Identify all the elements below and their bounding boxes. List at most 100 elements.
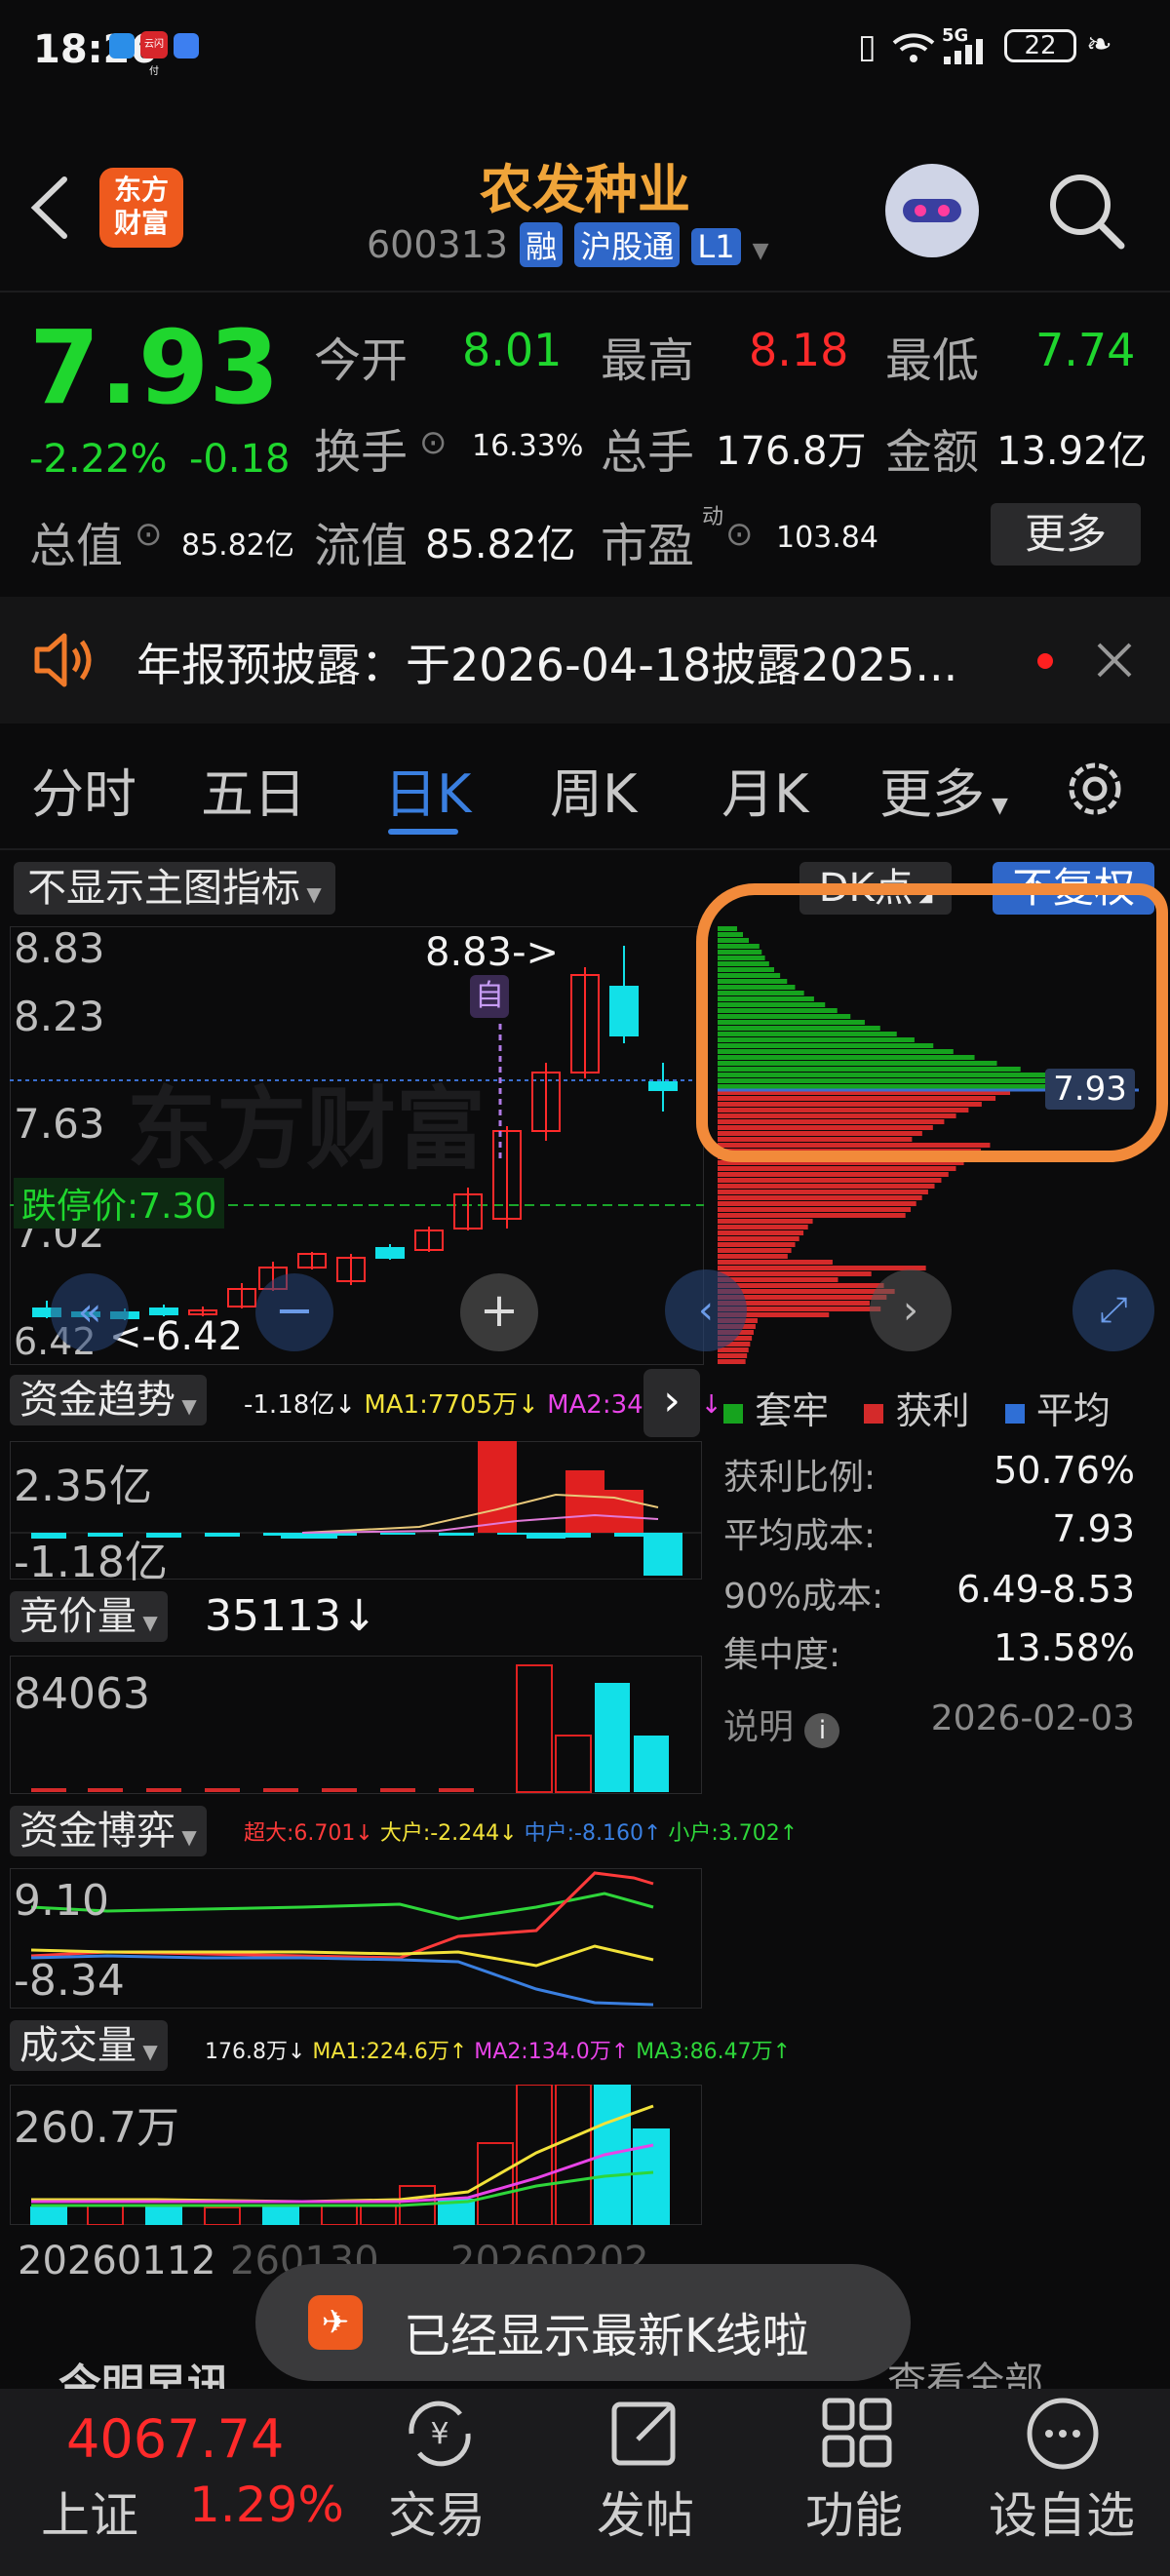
low-marker: <-6.42 <box>109 1314 243 1359</box>
float-cap-value: 85.82亿 <box>425 513 576 569</box>
turnover-value: 16.33% <box>472 429 583 463</box>
chip-bar <box>718 1254 788 1259</box>
volume-bar <box>556 2085 591 2225</box>
active-tab-indicator <box>388 829 458 835</box>
auction-bar <box>31 1788 66 1792</box>
level-badge: L1 <box>691 228 740 265</box>
chip-bar <box>718 1213 906 1218</box>
chip-bar <box>718 1225 808 1229</box>
highlight-annotation <box>696 883 1168 1162</box>
dropdown-arrow-icon: ▼ <box>136 1611 158 1634</box>
scroll-left-fast-button[interactable]: « <box>51 1273 129 1351</box>
unread-dot-icon <box>1037 653 1053 669</box>
mktcap-value: 85.82亿 <box>181 521 294 564</box>
candle-body <box>610 987 638 1035</box>
speaker-icon <box>33 632 101 688</box>
chip-bar <box>718 1207 911 1212</box>
chip-bar <box>718 1289 895 1294</box>
chip-bar <box>718 1219 813 1224</box>
dropdown-arrow-icon: ▼ <box>300 882 322 906</box>
chip-legend: 套牢 获利 平均 <box>723 1381 1111 1434</box>
robot-eye-icon <box>938 205 950 216</box>
low-label: 最低 <box>885 322 979 390</box>
volume-bar <box>88 2205 123 2225</box>
volume-bar <box>31 2207 66 2225</box>
chip-stat-label: 获利比例: <box>723 1449 876 1500</box>
stock-code: 600313 <box>367 223 508 266</box>
chip-bar <box>718 1347 749 1352</box>
connect-badge: 沪股通 <box>574 222 680 267</box>
info-icon[interactable]: ⊙ <box>725 515 754 554</box>
index-name[interactable]: 上证 <box>41 2477 138 2547</box>
fund-game-select[interactable]: 资金博弈 ▼ <box>10 1806 207 1856</box>
post-icon[interactable] <box>608 2395 684 2471</box>
settings-gear-icon[interactable] <box>1061 755 1129 823</box>
fund-trend-y-bottom: -1.18亿 <box>14 1527 168 1589</box>
self-select-tag[interactable]: 自 <box>470 975 509 1018</box>
indicator-select-label: 不显示主图指标 <box>27 866 300 911</box>
more-button[interactable]: 更多 <box>991 503 1141 566</box>
auction-bar <box>205 1788 240 1792</box>
search-icon[interactable] <box>1045 170 1127 252</box>
tab-weekly-k[interactable]: 周K <box>550 751 637 828</box>
chip-date: 2026-02-03 <box>931 1698 1135 1738</box>
add-watchlist-icon[interactable] <box>1024 2395 1102 2473</box>
volume-ma3: MA3:86.47万↑ <box>636 2040 791 2064</box>
chip-bar <box>718 1166 956 1171</box>
volume-select[interactable]: 成交量 ▼ <box>10 2020 168 2071</box>
volume-value: 176.8万 <box>716 419 867 476</box>
tab-intraday[interactable]: 分时 <box>31 751 136 828</box>
tab-monthly-k[interactable]: 月K <box>722 751 808 828</box>
tab-five-day[interactable]: 五日 <box>201 751 306 828</box>
tab-daily-k[interactable]: 日K <box>384 751 471 828</box>
auction-bar <box>263 1788 298 1792</box>
zoom-out-button[interactable]: − <box>255 1273 333 1351</box>
stock-code-line[interactable]: 600313 融 沪股通 L1 ▼ <box>367 222 769 267</box>
stock-name: 农发种业 <box>0 146 1170 223</box>
auction-select[interactable]: 竞价量 ▼ <box>10 1591 168 1642</box>
fund-bar <box>566 1470 604 1533</box>
auction-bar <box>595 1683 630 1792</box>
high-label: 最高 <box>601 322 694 390</box>
tab-more[interactable]: 更多 ▼ <box>879 751 1008 828</box>
expand-panel-button[interactable]: › <box>644 1369 700 1437</box>
amount-label: 金额 <box>885 413 979 482</box>
index-value[interactable]: 4067.74 <box>66 2408 284 2470</box>
info-icon[interactable]: ⊙ <box>419 423 448 462</box>
scroll-left-button[interactable]: ‹ <box>665 1269 747 1351</box>
chip-note-label: 说明 <box>723 1707 794 1747</box>
robot-visor-icon <box>903 199 961 222</box>
notice-text[interactable]: 年报预披露：于2026-04-18披露2025... <box>136 630 957 694</box>
fund-trend-select[interactable]: 资金趋势 ▼ <box>10 1375 207 1425</box>
indicator-select[interactable]: 不显示主图指标 ▼ <box>14 862 335 915</box>
add-watchlist-label[interactable]: 设自选 <box>989 2477 1135 2547</box>
legend-profit-swatch <box>864 1404 883 1424</box>
auction-bar <box>517 1665 552 1792</box>
status-time: 18:26 <box>33 27 157 72</box>
post-label[interactable]: 发帖 <box>597 2477 694 2547</box>
volume-bar <box>205 2207 240 2225</box>
zoom-in-button[interactable]: + <box>460 1273 538 1351</box>
volume-bar <box>146 2207 181 2225</box>
dropdown-arrow-icon: ▼ <box>176 1825 197 1849</box>
fund-game-y-bottom: -8.34 <box>14 1956 125 2006</box>
legend-average-label: 平均 <box>1036 1389 1111 1432</box>
volume-title: 成交量 <box>20 2023 136 2068</box>
trade-label[interactable]: 交易 <box>388 2477 486 2547</box>
info-icon[interactable]: ⊙ <box>135 515 163 554</box>
index-change[interactable]: 1.29% <box>189 2477 344 2533</box>
fund-game-title: 资金博弈 <box>20 1809 176 1854</box>
close-icon[interactable] <box>1096 642 1133 679</box>
features-label[interactable]: 功能 <box>805 2477 903 2547</box>
amount-value: 13.92亿 <box>996 419 1148 476</box>
robot-eye-icon <box>915 205 926 216</box>
app-toast-icon: ✈ <box>308 2295 363 2350</box>
volume-value: 176.8万↓ <box>205 2040 305 2064</box>
fullscreen-button[interactable]: ⤢ <box>1072 1269 1154 1351</box>
robot-avatar[interactable] <box>885 164 979 257</box>
auction-title: 竞价量 <box>20 1594 136 1639</box>
trade-icon[interactable]: ¥ <box>400 2397 480 2471</box>
chip-note-button[interactable]: 说明 i <box>723 1698 839 1749</box>
scroll-right-button[interactable]: › <box>870 1269 952 1351</box>
features-icon[interactable] <box>819 2395 895 2471</box>
